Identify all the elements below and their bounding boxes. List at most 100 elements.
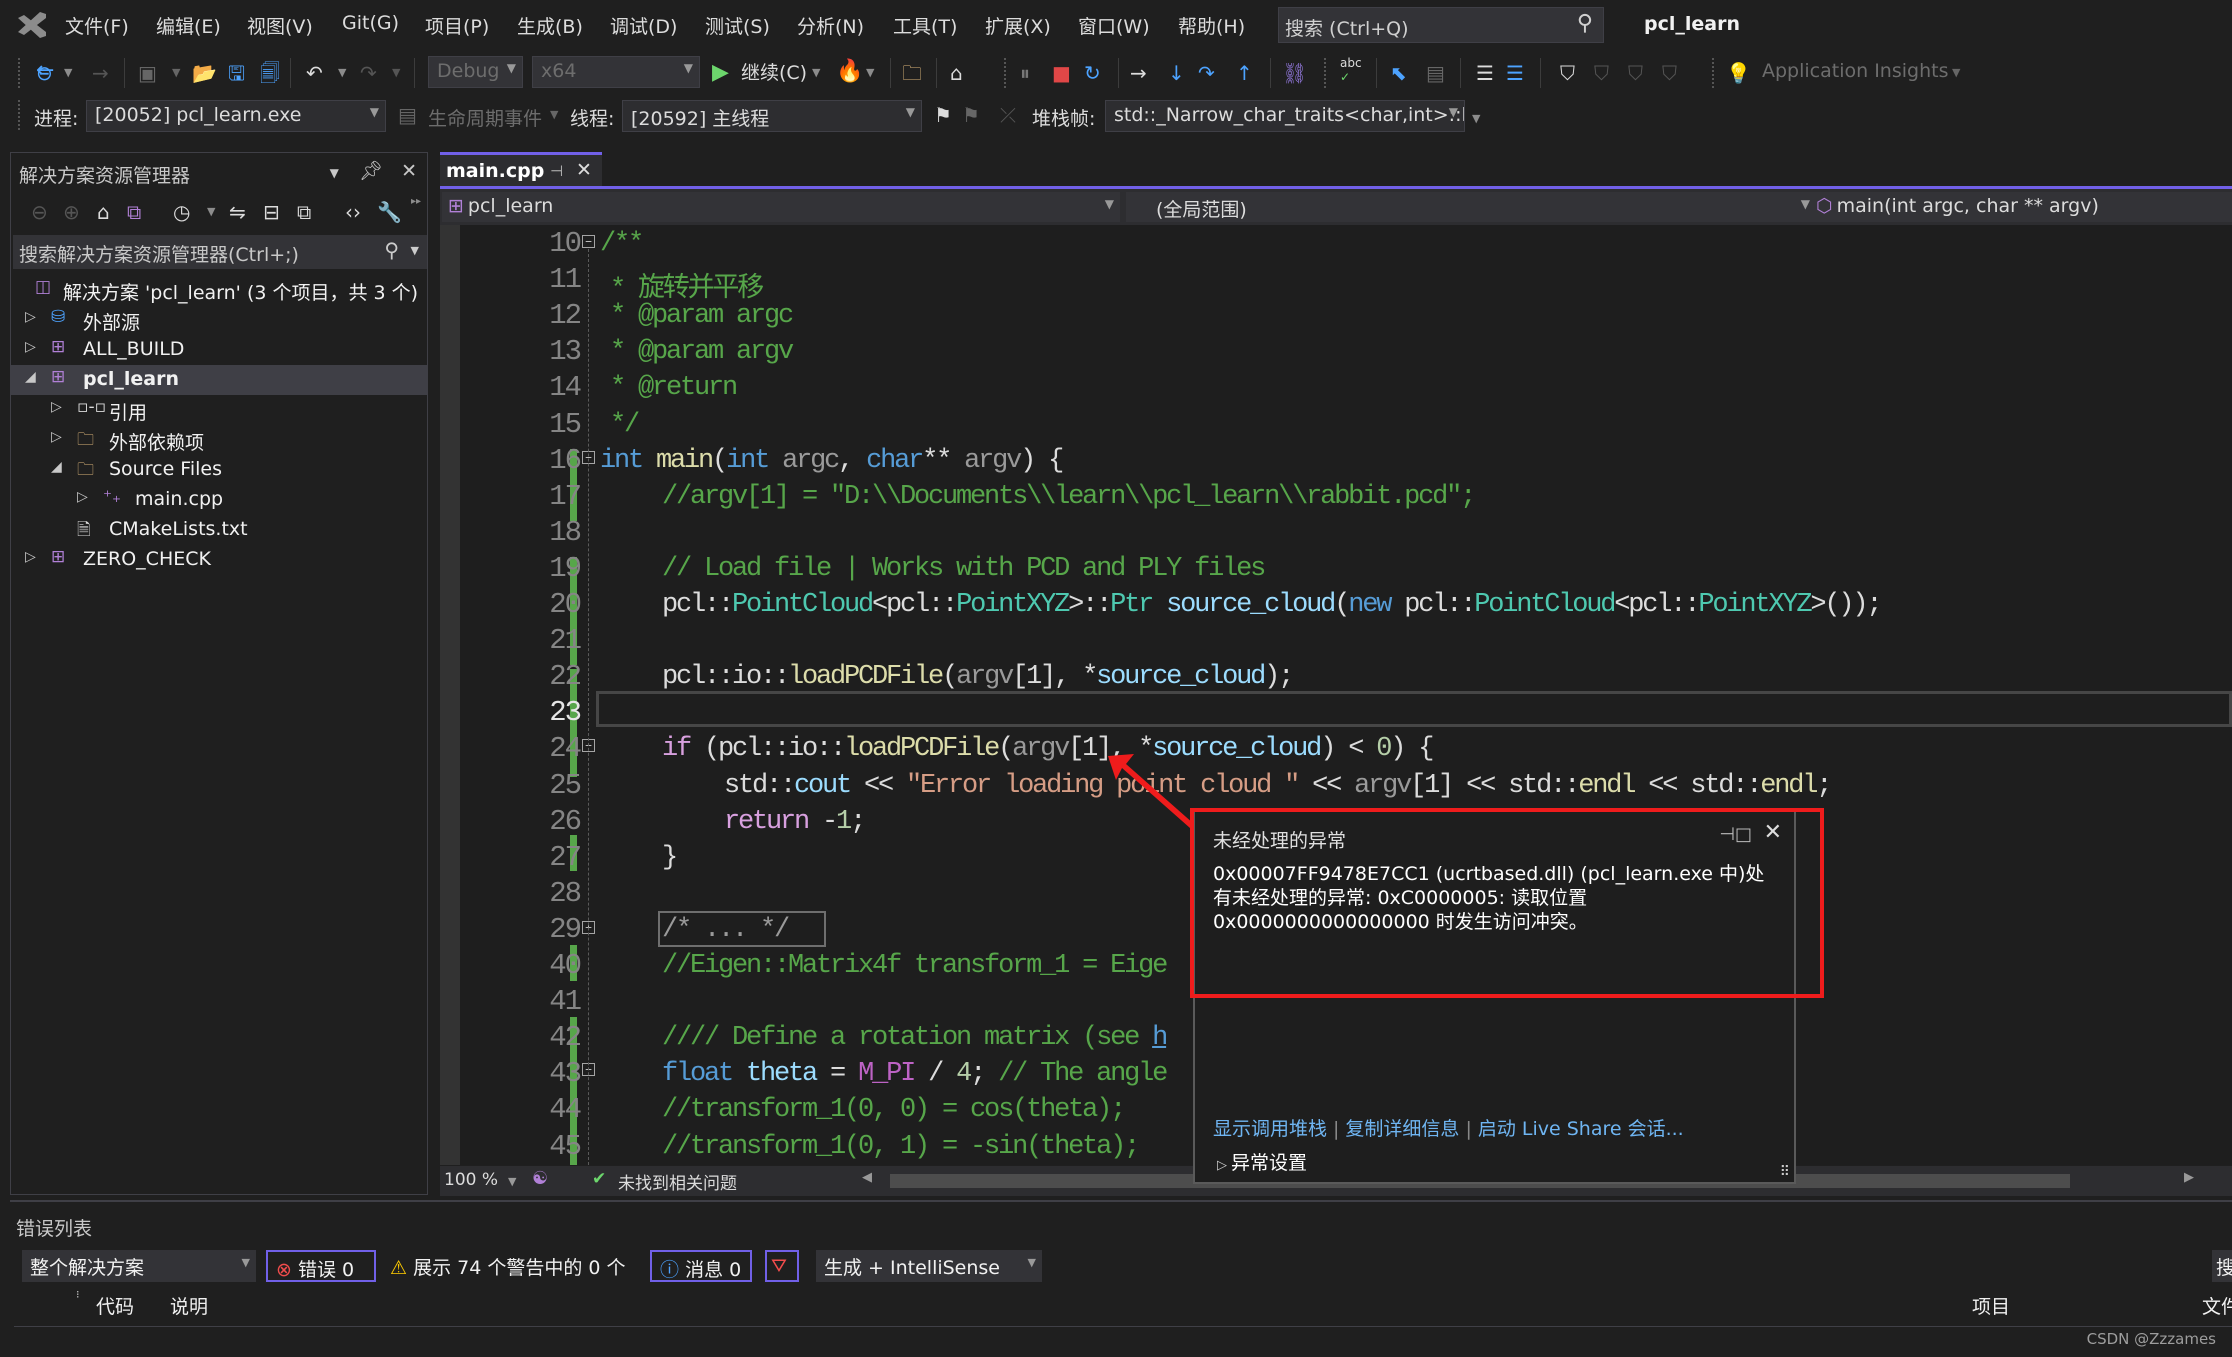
application-insights-button[interactable]: Application Insights bbox=[1762, 60, 1948, 82]
column-header-project[interactable]: 项目 bbox=[1972, 1292, 2010, 1319]
menu-view[interactable]: 视图(V) bbox=[247, 12, 313, 39]
pin-icon[interactable]: ⊣□ bbox=[1719, 824, 1752, 845]
outdent-icon[interactable]: ☰ bbox=[1506, 58, 1524, 88]
expand-arrow-icon[interactable]: ▷ bbox=[25, 549, 36, 565]
home-icon[interactable]: ⌂ bbox=[97, 197, 110, 227]
expand-arrow-icon[interactable]: ▷ bbox=[25, 339, 36, 355]
tree-item[interactable]: ▷ ⁺₊ main.cpp bbox=[11, 485, 427, 515]
menu-build[interactable]: 生成(B) bbox=[517, 12, 583, 39]
app-insights-dropdown-icon[interactable]: ▼ bbox=[1952, 58, 1960, 88]
hot-reload-dropdown-icon[interactable]: ▼ bbox=[866, 58, 874, 88]
continue-dropdown-icon[interactable]: ▼ bbox=[812, 58, 820, 88]
continue-button[interactable]: ▶ 继续(C) bbox=[712, 58, 807, 88]
menu-file[interactable]: 文件(F) bbox=[65, 12, 129, 39]
type-scope-select[interactable]: (全局范围) ▼ bbox=[1126, 192, 1816, 222]
save-icon[interactable]: 🖫 bbox=[228, 58, 245, 88]
tree-item[interactable]: ▷ ⛁ 外部源 bbox=[11, 305, 427, 335]
toolbar-grip[interactable] bbox=[1712, 58, 1716, 88]
panel-menu-dropdown-icon[interactable]: ▼ bbox=[330, 166, 339, 180]
close-icon[interactable]: ✕ bbox=[1764, 820, 1782, 845]
messages-filter-toggle[interactable]: ⓘ 消息 0 bbox=[650, 1250, 752, 1282]
pin-tab-icon[interactable]: ⊣ bbox=[550, 162, 563, 180]
source-select[interactable]: 生成 + IntelliSense ▼ bbox=[816, 1250, 1042, 1282]
toolbar-grip[interactable] bbox=[1324, 58, 1328, 88]
menu-test[interactable]: 测试(S) bbox=[705, 12, 770, 39]
platform-select[interactable]: x64 ▼ bbox=[532, 56, 700, 88]
error-list-search-input[interactable]: 搜 bbox=[2212, 1250, 2232, 1282]
stop-icon[interactable]: ■ bbox=[1052, 58, 1071, 88]
toolbar-overflow-icon[interactable]: ▸▸ bbox=[411, 187, 421, 217]
tree-item[interactable]: ◢ ⊞ pcl_learn bbox=[11, 365, 427, 395]
flag-thread-icon[interactable]: ⚑ bbox=[934, 100, 952, 130]
undo-dropdown-icon[interactable]: ▼ bbox=[338, 58, 346, 88]
lifecycle-dropdown-icon[interactable]: ▼ bbox=[550, 100, 558, 130]
menu-help[interactable]: 帮助(H) bbox=[1178, 12, 1245, 39]
view-code-icon[interactable]: ‹› bbox=[345, 197, 361, 227]
properties-wrench-icon[interactable]: 🔧 bbox=[377, 197, 402, 227]
project-scope-select[interactable]: ⊞ pcl_learn ▼ bbox=[442, 192, 1120, 222]
menu-project[interactable]: 项目(P) bbox=[425, 12, 489, 39]
column-header-code[interactable]: 代码 bbox=[96, 1292, 134, 1319]
configuration-select[interactable]: Debug ▼ bbox=[428, 56, 523, 88]
column-header-file[interactable]: 文件 bbox=[2202, 1292, 2232, 1319]
hot-reload-icon[interactable]: 🔥 bbox=[836, 57, 863, 87]
member-scope-select[interactable]: ⬡ main(int argc, char ** argv) bbox=[1810, 192, 2232, 222]
tree-item[interactable]: ▷ ▫-▫ 引用 bbox=[11, 395, 427, 425]
scroll-right-icon[interactable]: ▶ bbox=[2184, 1170, 2194, 1185]
close-icon[interactable]: ✕ bbox=[401, 160, 417, 182]
column-header-description[interactable]: 说明 bbox=[170, 1292, 208, 1319]
exception-settings-expander[interactable]: ▷ 异常设置 bbox=[1217, 1148, 1307, 1175]
collapse-arrow-icon[interactable]: ◢ bbox=[25, 369, 36, 385]
menu-tools[interactable]: 工具(T) bbox=[893, 12, 957, 39]
tree-item[interactable]: ◢ 🗀 Source Files bbox=[11, 455, 427, 485]
copy-details-link[interactable]: 复制详细信息 bbox=[1345, 1118, 1459, 1140]
close-tab-icon[interactable]: ✕ bbox=[576, 159, 592, 181]
save-all-icon[interactable]: 🗐 bbox=[260, 58, 280, 88]
menu-analyze[interactable]: 分析(N) bbox=[797, 12, 864, 39]
start-window-icon[interactable]: ⌂ bbox=[950, 58, 963, 88]
expand-arrow-icon[interactable]: ▷ bbox=[25, 309, 36, 325]
tree-item[interactable]: ▷ ⊞ ALL_BUILD bbox=[11, 335, 427, 365]
issues-status[interactable]: 未找到相关问题 bbox=[618, 1169, 737, 1194]
collapse-all-icon[interactable]: ⊟ bbox=[263, 197, 280, 227]
open-file-icon[interactable]: 📂 bbox=[192, 58, 217, 88]
copilot-icon[interactable]: ☯ bbox=[532, 1168, 548, 1189]
tree-item[interactable]: ◫ 解决方案 'pcl_learn' (3 个项目，共 3 个) bbox=[11, 275, 427, 305]
errors-filter-toggle[interactable]: ⊗ 错误 0 bbox=[266, 1250, 376, 1282]
sync-with-document-icon[interactable]: ⇋ bbox=[229, 197, 246, 227]
filter-toggle[interactable]: ⛛ bbox=[765, 1250, 799, 1282]
search-options-dropdown-icon[interactable]: ▼ bbox=[411, 244, 419, 257]
stack-frame-select[interactable]: std::_Narrow_char_traits<char,int>::l ▼ bbox=[1105, 100, 1465, 132]
scope-select[interactable]: 整个解决方案 ▼ bbox=[22, 1250, 256, 1282]
pause-icon[interactable]: ⏸ bbox=[1020, 58, 1030, 88]
expand-arrow-icon[interactable]: ▷ bbox=[51, 429, 62, 445]
select-cursor-icon[interactable]: ⬉ bbox=[1390, 58, 1407, 88]
indent-icon[interactable]: ☰ bbox=[1476, 58, 1494, 88]
menu-extensions[interactable]: 扩展(X) bbox=[985, 12, 1051, 39]
start-live-share-link[interactable]: 启动 Live Share 会话... bbox=[1478, 1118, 1684, 1140]
step-over-icon[interactable]: ↷ bbox=[1198, 58, 1215, 88]
thread-select[interactable]: [20592] 主线程 ▼ bbox=[622, 100, 922, 132]
warnings-filter-toggle[interactable]: ⚠ 展示 74 个警告中的 0 个 bbox=[382, 1250, 652, 1282]
spell-check-icon[interactable]: abc ✓ bbox=[1340, 56, 1362, 84]
undo-icon[interactable]: ↶ bbox=[306, 58, 323, 88]
expand-arrow-icon[interactable]: ▷ bbox=[77, 489, 88, 505]
filter-dropdown-icon[interactable]: ▼ bbox=[207, 197, 215, 227]
global-search-input[interactable]: 搜索 (Ctrl+Q) ⚲ bbox=[1278, 7, 1604, 43]
toolbar-grip[interactable] bbox=[18, 100, 22, 130]
thread-icon[interactable]: ⛓ bbox=[1282, 58, 1307, 88]
expand-arrow-icon[interactable]: ▷ bbox=[51, 399, 62, 415]
back-arrow-icon[interactable]: ← bbox=[36, 56, 54, 86]
menu-edit[interactable]: 编辑(E) bbox=[156, 12, 221, 39]
process-select[interactable]: [20052] pcl_learn.exe ▼ bbox=[86, 100, 386, 132]
step-into-icon[interactable]: ↓ bbox=[1168, 58, 1185, 88]
toolbar-grip[interactable] bbox=[18, 58, 22, 88]
menu-window[interactable]: 窗口(W) bbox=[1078, 12, 1150, 39]
scroll-left-icon[interactable]: ◀ bbox=[862, 1170, 872, 1185]
pin-icon[interactable]: 📌︎ bbox=[359, 160, 383, 182]
menu-git[interactable]: Git(G) bbox=[342, 12, 399, 34]
menu-debug[interactable]: 调试(D) bbox=[610, 12, 677, 39]
collapse-arrow-icon[interactable]: ◢ bbox=[51, 459, 62, 475]
restart-icon[interactable]: ↻ bbox=[1084, 58, 1101, 88]
solution-explorer-search-input[interactable]: 搜索解决方案资源管理器(Ctrl+;) ⚲ ▼ bbox=[13, 235, 427, 269]
